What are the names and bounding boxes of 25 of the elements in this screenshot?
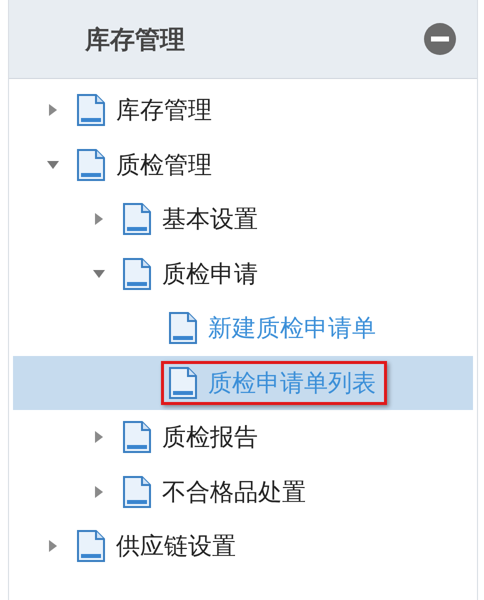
collapse-icon[interactable] [423, 22, 457, 56]
tree-item[interactable]: 质检申请 [162, 258, 258, 290]
document-icon [76, 94, 106, 126]
tree-item[interactable]: 供应链设置 [116, 530, 236, 562]
tree-row[interactable]: 库存管理 [13, 83, 473, 138]
tree-item[interactable]: 基本设置 [162, 203, 258, 236]
tree-item[interactable]: 不合格品处置 [162, 476, 306, 508]
tree-row[interactable]: 基本设置 [13, 192, 473, 246]
document-icon [168, 312, 198, 344]
document-icon [122, 421, 152, 454]
document-icon [168, 366, 198, 399]
tree-item[interactable]: 质检报告 [162, 421, 258, 454]
document-icon [122, 258, 152, 290]
tree-row[interactable]: 质检报告 [13, 410, 473, 464]
panel-title: 库存管理 [85, 24, 185, 56]
document-icon [122, 476, 152, 508]
document-icon [76, 148, 106, 181]
tree-row[interactable]: 不合格品处置 [13, 464, 473, 519]
tree-row[interactable]: 供应链设置 [13, 519, 473, 574]
tree-row[interactable]: 质检管理 [13, 138, 473, 192]
tree-item[interactable]: 质检管理 [116, 148, 212, 181]
document-icon [76, 530, 106, 562]
document-icon [122, 203, 152, 236]
tree-item[interactable]: 库存管理 [116, 94, 212, 126]
tree-row[interactable]: 质检申请 [13, 246, 473, 301]
